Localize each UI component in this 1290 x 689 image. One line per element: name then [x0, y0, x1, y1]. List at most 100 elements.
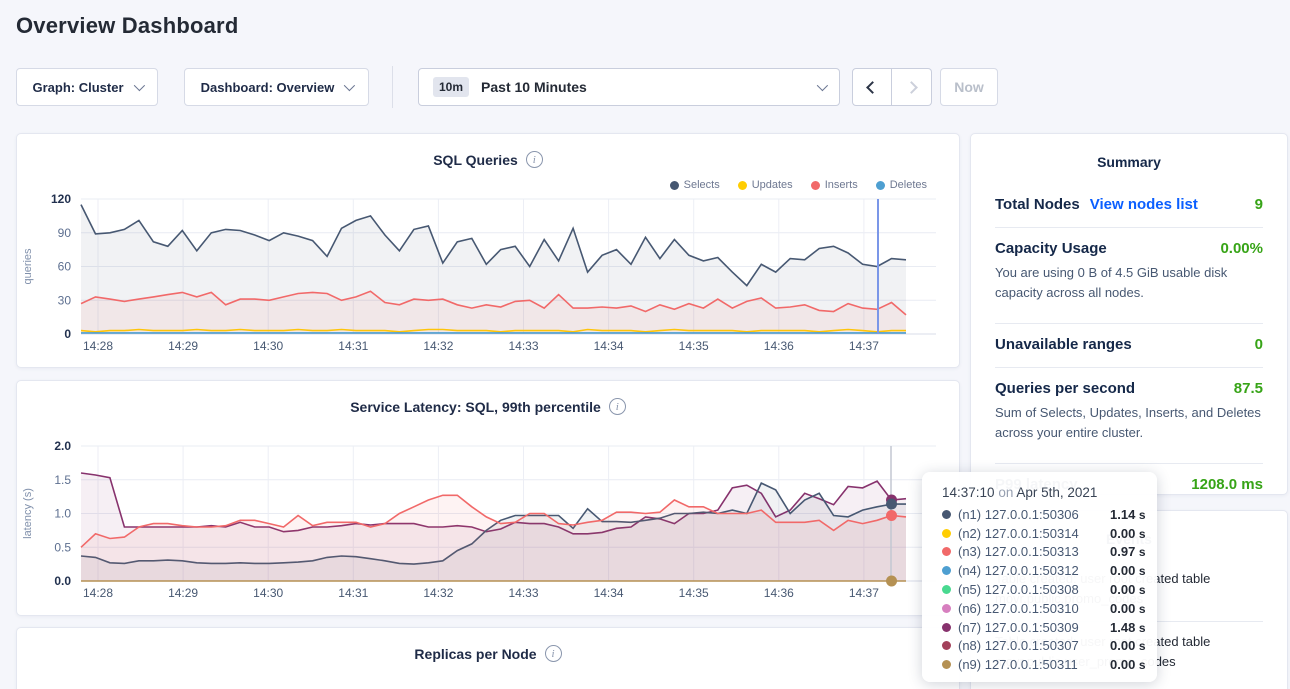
- tooltip-node-value: 0.97 s: [1110, 544, 1146, 559]
- tooltip-node-value: 1.14 s: [1110, 507, 1146, 522]
- summary-row-value: 0: [1255, 336, 1263, 353]
- summary-row-label: Unavailable ranges: [995, 336, 1132, 353]
- summary-heading: Summary: [971, 134, 1287, 170]
- summary-rows: Total NodesView nodes list9Capacity Usag…: [971, 170, 1287, 497]
- svg-text:14:29: 14:29: [168, 586, 198, 600]
- dashboard-dropdown-label: Dashboard: Overview: [201, 80, 335, 95]
- svg-text:14:28: 14:28: [83, 586, 113, 600]
- svg-text:14:30: 14:30: [253, 339, 283, 353]
- node-color-dot-icon: [942, 660, 951, 669]
- svg-text:14:31: 14:31: [338, 339, 368, 353]
- info-icon[interactable]: i: [526, 151, 543, 168]
- svg-text:2.0: 2.0: [54, 439, 71, 453]
- chevron-down-icon: [133, 80, 144, 91]
- graph-dropdown[interactable]: Graph: Cluster: [16, 68, 158, 106]
- tooltip-node-row: (n2) 127.0.0.1:503140.00 s: [942, 524, 1141, 543]
- tooltip-node-row: (n4) 127.0.0.1:503120.00 s: [942, 561, 1141, 580]
- info-icon[interactable]: i: [609, 398, 626, 415]
- summary-row: Capacity Usage 0.00%: [995, 228, 1263, 261]
- tooltip-node-name: (n1) 127.0.0.1:50306: [958, 507, 1110, 522]
- page-title: Overview Dashboard: [16, 13, 238, 39]
- summary-row-label: Queries per second: [995, 380, 1135, 397]
- sql-queries-chart[interactable]: 030609012014:2814:2914:3014:3114:3214:33…: [17, 182, 961, 357]
- tooltip-node-name: (n9) 127.0.0.1:50311: [958, 657, 1110, 672]
- summary-row: Total NodesView nodes list9: [995, 184, 1263, 217]
- node-color-dot-icon: [942, 585, 951, 594]
- tooltip-node-row: (n7) 127.0.0.1:503091.48 s: [942, 618, 1141, 637]
- tooltip-node-value: 0.00 s: [1110, 657, 1146, 672]
- tooltip-node-name: (n7) 127.0.0.1:50309: [958, 620, 1110, 635]
- svg-text:14:34: 14:34: [594, 586, 624, 600]
- sql-queries-title: SQL Queries: [433, 152, 518, 168]
- tooltip-node-value: 0.00 s: [1110, 582, 1146, 597]
- summary-row: Queries per second87.5: [995, 368, 1263, 401]
- chevron-down-icon: [344, 80, 355, 91]
- svg-text:14:35: 14:35: [679, 586, 709, 600]
- service-latency-title: Service Latency: SQL, 99th percentile: [350, 399, 601, 415]
- tooltip-node-row: (n3) 127.0.0.1:503130.97 s: [942, 543, 1141, 562]
- node-color-dot-icon: [942, 623, 951, 632]
- node-color-dot-icon: [942, 547, 951, 556]
- chevron-right-icon: [905, 81, 918, 94]
- summary-row-label: Capacity Usage: [995, 240, 1107, 257]
- node-color-dot-icon: [942, 641, 951, 650]
- chevron-left-icon: [866, 81, 879, 94]
- tooltip-node-name: (n5) 127.0.0.1:50308: [958, 582, 1110, 597]
- summary-row-subtext: You are using 0 B of 4.5 GiB usable disk…: [995, 261, 1263, 313]
- time-prev-button[interactable]: [852, 68, 892, 106]
- svg-text:0.5: 0.5: [54, 540, 71, 554]
- svg-text:14:31: 14:31: [338, 586, 368, 600]
- summary-row-value: 0.00%: [1220, 240, 1263, 257]
- summary-row-label: Total Nodes: [995, 196, 1080, 213]
- overview-dashboard-page: Overview Dashboard Graph: Cluster Dashbo…: [0, 0, 1290, 689]
- service-latency-chart[interactable]: 0.00.51.01.52.014:2814:2914:3014:3114:32…: [17, 429, 961, 604]
- svg-text:14:29: 14:29: [168, 339, 198, 353]
- toolbar-divider: [392, 66, 393, 108]
- graph-dropdown-label: Graph: Cluster: [32, 80, 123, 95]
- svg-text:1.5: 1.5: [54, 473, 71, 487]
- tooltip-node-row: (n6) 127.0.0.1:503100.00 s: [942, 599, 1141, 618]
- summary-row: Unavailable ranges 0: [995, 324, 1263, 357]
- tooltip-node-row: (n8) 127.0.0.1:503070.00 s: [942, 637, 1141, 656]
- svg-text:14:35: 14:35: [679, 339, 709, 353]
- time-next-button-disabled[interactable]: [892, 68, 932, 106]
- summary-row-subtext: Sum of Selects, Updates, Inserts, and De…: [995, 401, 1263, 453]
- svg-text:14:37: 14:37: [849, 339, 879, 353]
- sql-queries-card: SQL Queries i SelectsUpdatesInsertsDelet…: [16, 133, 960, 368]
- time-nav-group: [852, 68, 932, 106]
- svg-text:14:34: 14:34: [594, 339, 624, 353]
- svg-text:14:30: 14:30: [253, 586, 283, 600]
- time-range-badge: 10m: [433, 77, 469, 97]
- svg-text:queries: queries: [22, 248, 34, 285]
- tooltip-node-row: (n9) 127.0.0.1:503110.00 s: [942, 655, 1141, 674]
- replicas-per-node-card: Replicas per Node i: [16, 627, 960, 689]
- tooltip-rows: (n1) 127.0.0.1:503061.14 s(n2) 127.0.0.1…: [942, 505, 1141, 674]
- summary-panel: Summary Total NodesView nodes list9Capac…: [970, 133, 1288, 495]
- svg-text:14:32: 14:32: [423, 586, 453, 600]
- svg-text:14:36: 14:36: [764, 339, 794, 353]
- dashboard-dropdown[interactable]: Dashboard: Overview: [184, 68, 369, 106]
- time-range-picker[interactable]: 10m Past 10 Minutes: [418, 68, 840, 106]
- svg-text:14:32: 14:32: [423, 339, 453, 353]
- tooltip-node-name: (n6) 127.0.0.1:50310: [958, 601, 1110, 616]
- info-icon[interactable]: i: [545, 645, 562, 662]
- tooltip-node-name: (n4) 127.0.0.1:50312: [958, 563, 1110, 578]
- svg-text:14:37: 14:37: [849, 586, 879, 600]
- svg-text:14:36: 14:36: [764, 586, 794, 600]
- tooltip-timestamp: 14:37:10 on Apr 5th, 2021: [942, 485, 1141, 500]
- svg-text:14:28: 14:28: [83, 339, 113, 353]
- svg-text:14:33: 14:33: [508, 339, 538, 353]
- svg-text:120: 120: [51, 192, 71, 206]
- tooltip-node-value: 0.00 s: [1110, 526, 1146, 541]
- tooltip-node-row: (n1) 127.0.0.1:503061.14 s: [942, 505, 1141, 524]
- tooltip-node-name: (n3) 127.0.0.1:50313: [958, 544, 1110, 559]
- now-button-disabled[interactable]: Now: [940, 68, 998, 106]
- tooltip-node-name: (n2) 127.0.0.1:50314: [958, 526, 1110, 541]
- svg-text:0.0: 0.0: [54, 574, 71, 588]
- view-nodes-list-link[interactable]: View nodes list: [1090, 196, 1198, 213]
- svg-text:latency (s): latency (s): [22, 488, 34, 539]
- chart-hover-tooltip: 14:37:10 on Apr 5th, 2021 (n1) 127.0.0.1…: [922, 472, 1157, 682]
- svg-text:0: 0: [64, 327, 71, 341]
- node-color-dot-icon: [942, 529, 951, 538]
- summary-row-value: 1208.0 ms: [1191, 476, 1263, 493]
